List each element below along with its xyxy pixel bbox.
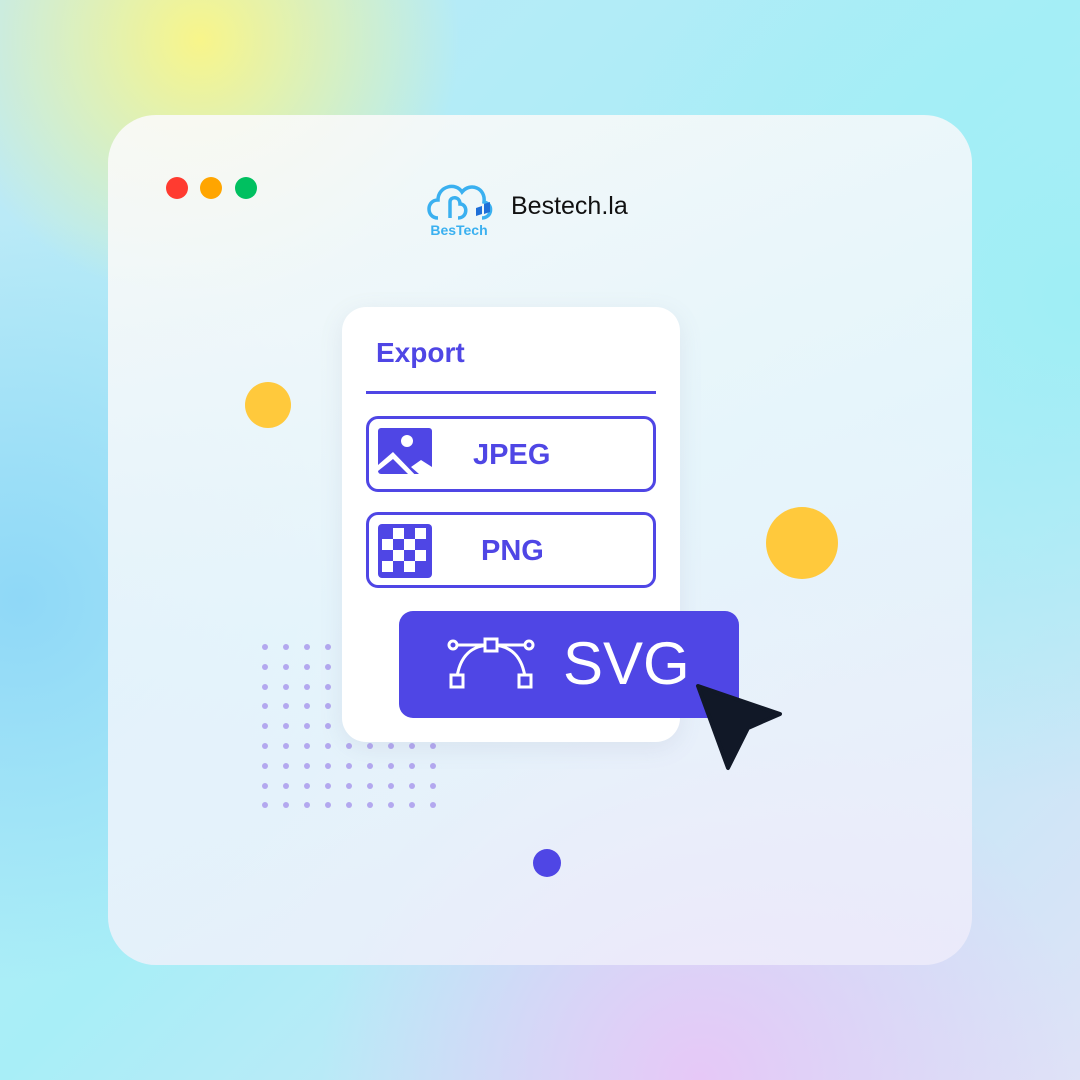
image-icon [378,428,432,483]
decor-dot [367,782,373,789]
svg-label: SVG [563,630,690,697]
decor-dot [430,743,436,749]
decor-dot [262,683,268,690]
mouse-pointer-icon [696,684,782,770]
decor-dot [262,762,268,769]
decor-dot [409,743,415,749]
decor-circle [766,507,838,579]
bestech-logo-icon: BesTech [427,184,493,238]
decor-circle [533,849,561,877]
decor-dot [409,782,415,789]
decor-dot [367,743,373,749]
decor-dot [283,683,289,690]
export-svg-button[interactable]: SVG [399,611,739,718]
decor-dot [304,644,310,650]
export-title: Export [376,337,465,368]
decor-dot [367,762,373,769]
decor-dot [262,644,268,650]
decor-dot [325,683,331,690]
decor-dot [325,743,331,749]
decor-dot [325,762,331,769]
svg-text:BesTech: BesTech [430,222,487,238]
decor-dot [388,762,394,769]
decor-dot [283,762,289,769]
decor-dot [262,663,268,670]
decor-dot [304,762,310,769]
decor-dot [346,762,352,769]
checkerboard-icon [378,524,432,578]
minimize-window-button[interactable] [200,177,222,199]
decor-dot [304,683,310,690]
decor-dot [388,782,394,789]
decor-dot [283,782,289,789]
decor-dot [262,782,268,789]
decor-circle [245,382,291,428]
decor-dot [430,762,436,769]
decor-dot [388,743,394,749]
export-png-button[interactable]: PNG [366,512,656,588]
decor-dot [283,644,289,650]
export-jpeg-button[interactable]: JPEG [366,416,656,492]
decor-dot [325,782,331,789]
decor-dot [346,743,352,749]
decor-dot [262,743,268,749]
decor-dot [325,644,331,650]
decor-dot [304,663,310,670]
decor-dot [283,743,289,749]
decor-dot [409,762,415,769]
jpeg-label: JPEG [473,439,551,471]
decor-dot [304,743,310,749]
maximize-window-button[interactable] [235,177,257,199]
png-label: PNG [481,535,544,567]
decor-dot [346,782,352,789]
decor-dot [304,782,310,789]
bezier-curve-icon [447,637,535,689]
brand-name: Bestech.la [511,192,628,220]
divider [366,391,656,394]
decor-dot [283,663,289,670]
decor-dot [430,782,436,789]
close-window-button[interactable] [166,177,188,199]
decor-dot [325,663,331,670]
